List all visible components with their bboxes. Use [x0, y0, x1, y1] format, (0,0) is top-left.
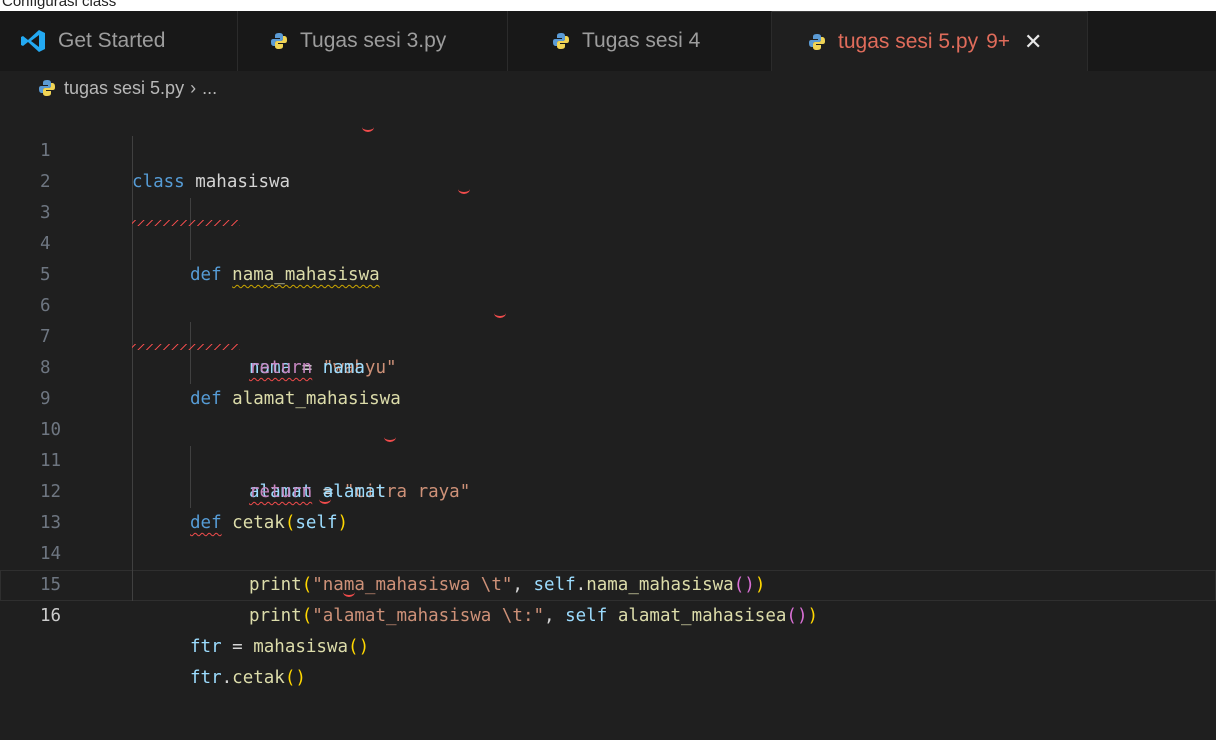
code-line: 9 return alamat: [0, 353, 1216, 502]
tab-get-started[interactable]: Get Started: [0, 11, 238, 71]
code-line: 14: [0, 508, 1216, 564]
code-line: 10: [0, 384, 1216, 440]
indent-guide: [132, 229, 133, 260]
paren: (: [786, 606, 797, 626]
code-line: 1 class mahasiswa: [0, 105, 1216, 192]
indent-guide: [132, 384, 133, 415]
function-call: print: [249, 606, 302, 626]
breadcrumb-symbols[interactable]: ...: [202, 78, 217, 99]
indent-guide: [132, 508, 133, 539]
code-text: print("alamat_mahasiswa \t:", self alama…: [249, 601, 818, 632]
paren: ): [358, 637, 370, 657]
indent-guide: [190, 477, 191, 508]
tab-tugas-sesi-3[interactable]: Tugas sesi 3.py: [238, 11, 508, 71]
indent-guide: [190, 353, 191, 384]
code-line: 4 nama = "wahyu": [0, 198, 1216, 378]
error-squiggle: [458, 184, 470, 194]
comma: ,: [544, 606, 566, 626]
breadcrumb: tugas sesi 5.py › ...: [0, 71, 1216, 105]
paren: (: [284, 668, 296, 688]
tab-tugas-sesi-5-active[interactable]: tugas sesi 5.py 9+ ✕: [772, 11, 1088, 71]
paren: ): [796, 606, 808, 626]
tab-label: tugas sesi 5.py: [838, 29, 979, 53]
paren: (: [301, 606, 313, 626]
indent-guide: [132, 291, 133, 322]
class-call: mahasiswa: [253, 637, 349, 657]
indent-guide: [132, 570, 133, 601]
code-line: 5 return nama: [0, 229, 1216, 378]
problems-count-badge: 9+: [986, 29, 1011, 53]
indent-guide: [190, 229, 191, 260]
indent-guide: [132, 477, 133, 508]
error-squiggle: [132, 344, 240, 350]
error-squiggle: [384, 432, 396, 442]
indent-guide: [132, 260, 133, 291]
python-file-icon: [809, 33, 825, 50]
code-line: 12 print("nama_mahasiswa \t", self.nama_…: [0, 446, 1216, 595]
tab-bar-empty-space[interactable]: [1088, 11, 1216, 71]
line-number: 16: [40, 606, 62, 626]
indent-guide: [132, 136, 133, 167]
tab-bar: Get Started Tugas sesi 3.py Tugas sesi 4…: [0, 11, 1216, 71]
paren: ): [295, 668, 306, 688]
tab-label: Tugas sesi 4: [582, 29, 701, 52]
string: "alamat_mahasiswa \t:": [312, 606, 545, 626]
paren: ): [807, 606, 819, 626]
code-line: 6: [0, 260, 1216, 316]
tab-label: Get Started: [58, 29, 166, 52]
code-line: 7 def alamat_mahasiswa: [0, 291, 1216, 409]
variable: ftr: [190, 668, 222, 688]
error-squiggle: [132, 220, 240, 226]
error-squiggle: [494, 308, 506, 318]
error-squiggle: [343, 587, 355, 597]
vscode-icon: [21, 30, 45, 52]
python-file-icon: [271, 33, 287, 49]
breadcrumb-chevron-icon: ›: [190, 77, 197, 98]
operator: =: [221, 637, 254, 657]
python-file-icon: [39, 80, 55, 96]
indent-guide: [132, 353, 133, 384]
code-line: 13 print("alamat_mahasiswa \t:", self al…: [0, 477, 1216, 626]
error-squiggle: [362, 122, 374, 132]
python-file-icon: [553, 33, 569, 49]
error-squiggle: [319, 494, 331, 504]
code-editor: Get Started Tugas sesi 3.py Tugas sesi 4…: [0, 11, 1216, 740]
variable: ftr: [190, 637, 222, 657]
code-line: 2: [0, 136, 1216, 192]
code-line: 8 alamat = "citra raya": [0, 322, 1216, 502]
code-text: ftr.cetak(): [190, 663, 306, 694]
indent-guide: [132, 415, 133, 446]
breadcrumb-file[interactable]: tugas sesi 5.py: [64, 78, 184, 99]
indent-guide: [190, 446, 191, 477]
code-text: ftr = mahasiswa(): [190, 632, 369, 663]
variable: self: [565, 606, 608, 626]
tab-label: Tugas sesi 3.py: [300, 29, 447, 52]
close-icon[interactable]: ✕: [1024, 29, 1042, 55]
indent-guide: [132, 446, 133, 477]
paren: (: [348, 637, 359, 657]
document-caption: Configurasi class: [2, 0, 117, 10]
indent-guide: [132, 539, 133, 570]
tab-tugas-sesi-4[interactable]: Tugas sesi 4: [508, 11, 772, 71]
code-line: 3 def nama_mahasiswa: [0, 167, 1216, 285]
method-call: alamat_mahasisea: [617, 606, 787, 626]
dot: .: [221, 668, 233, 688]
code-line: 11 def cetak(self): [0, 415, 1216, 533]
code-line-current: 16 ftr.cetak(): [0, 570, 1216, 688]
code-line: 15 ftr = mahasiswa(): [0, 539, 1216, 657]
method-call: cetak: [232, 668, 285, 688]
code-area[interactable]: 1 class mahasiswa 2 3 def nama_mahasiswa…: [0, 105, 1216, 688]
indent-guide: [132, 167, 133, 198]
